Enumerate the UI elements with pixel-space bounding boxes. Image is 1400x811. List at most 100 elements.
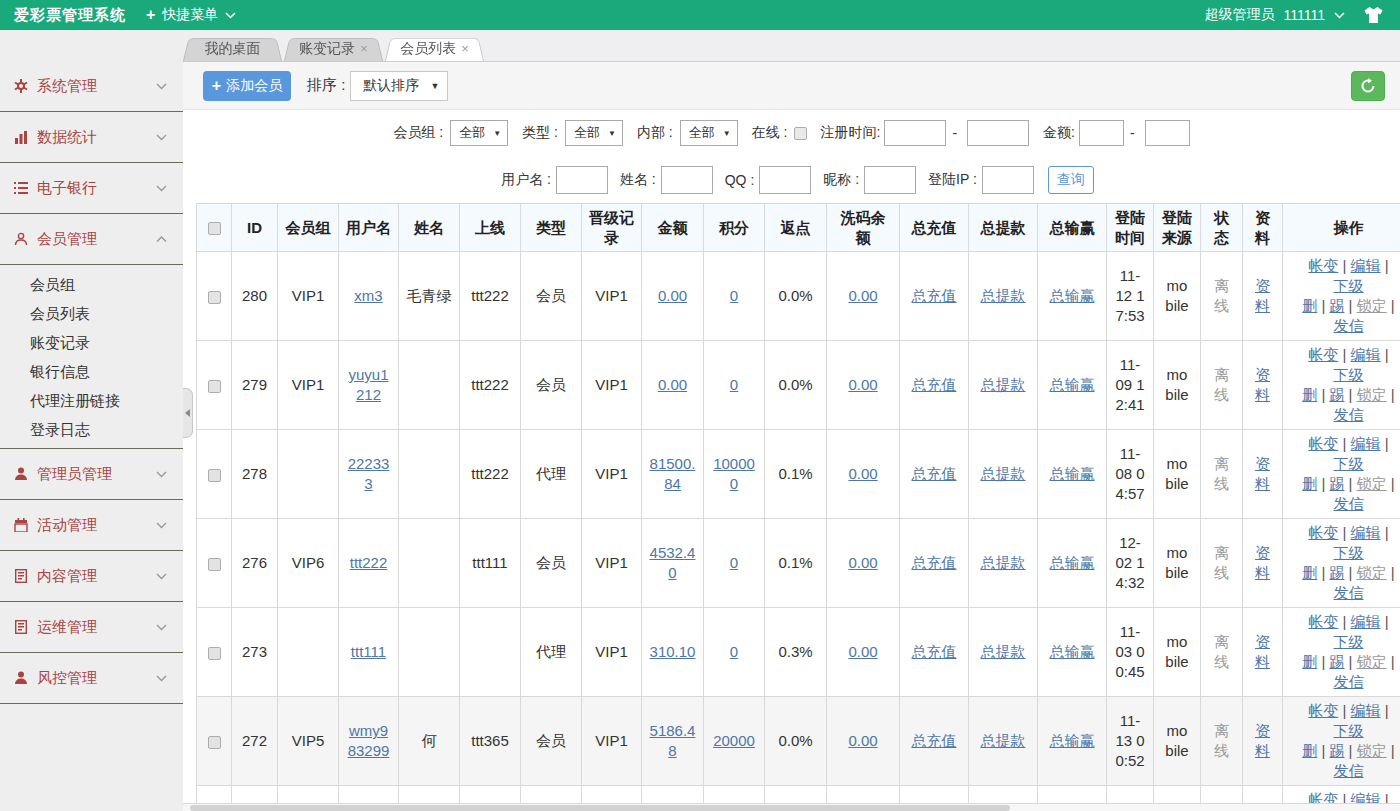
refresh-button[interactable] — [1351, 71, 1385, 101]
winloss-link[interactable]: 总输赢 — [1050, 376, 1095, 393]
op-link[interactable]: 踢 — [1329, 475, 1344, 492]
op-link[interactable]: 踢 — [1329, 653, 1344, 670]
recharge-link[interactable]: 总充值 — [912, 554, 957, 571]
amount-link[interactable]: 0.00 — [658, 287, 687, 304]
op-link[interactable]: 下级 — [1334, 455, 1364, 472]
row-checkbox[interactable] — [208, 558, 221, 571]
amount-link[interactable]: 4532.40 — [650, 544, 696, 581]
online-checkbox[interactable] — [794, 127, 807, 140]
points-link[interactable]: 100000 — [713, 455, 755, 492]
op-link[interactable]: 删 — [1302, 653, 1317, 670]
recharge-link[interactable]: 总充值 — [912, 287, 957, 304]
username-link[interactable]: 222333 — [348, 455, 390, 492]
profile-link[interactable]: 资料 — [1255, 366, 1270, 403]
op-link[interactable]: 踢 — [1329, 297, 1344, 314]
quick-menu-button[interactable]: + 快捷菜单 — [146, 6, 236, 24]
row-checkbox[interactable] — [208, 380, 221, 393]
username-link[interactable]: wmy983299 — [348, 722, 390, 759]
points-link[interactable]: 0 — [730, 554, 738, 571]
row-checkbox[interactable] — [208, 647, 221, 660]
op-link[interactable]: 删 — [1302, 386, 1317, 403]
withdraw-link[interactable]: 总提款 — [981, 465, 1026, 482]
op-link[interactable]: 删 — [1302, 564, 1317, 581]
winloss-link[interactable]: 总输赢 — [1050, 287, 1095, 304]
profile-link[interactable]: 资料 — [1255, 277, 1270, 314]
op-link[interactable]: 删 — [1302, 742, 1317, 759]
op-link[interactable]: 删 — [1302, 475, 1317, 492]
points-link[interactable]: 0 — [730, 376, 738, 393]
winloss-link[interactable]: 总输赢 — [1050, 732, 1095, 749]
qq-input[interactable] — [759, 166, 811, 194]
winloss-link[interactable]: 总输赢 — [1050, 643, 1095, 660]
amount-link[interactable]: 0.00 — [658, 376, 687, 393]
op-link[interactable]: 帐变 — [1308, 613, 1338, 630]
sidebar-item-5[interactable]: 管理员管理 — [0, 449, 183, 500]
op-link[interactable]: 帐变 — [1308, 524, 1338, 541]
filter-group-select[interactable]: 全部▼ — [450, 120, 508, 146]
withdraw-link[interactable]: 总提款 — [981, 287, 1026, 304]
profile-link[interactable]: 资料 — [1255, 455, 1270, 492]
amount-link[interactable]: 5186.48 — [650, 722, 696, 759]
op-link[interactable]: 删 — [1302, 297, 1317, 314]
op-link[interactable]: 发信 — [1334, 495, 1364, 512]
wash-link[interactable]: 0.00 — [848, 465, 877, 482]
sidebar-subitem[interactable]: 会员组 — [0, 270, 183, 299]
shirt-icon[interactable] — [1363, 6, 1384, 24]
amount-from-input[interactable] — [1079, 120, 1124, 146]
query-button[interactable]: 查询 — [1048, 166, 1094, 194]
op-link[interactable]: 下级 — [1334, 277, 1364, 294]
sidebar-item-7[interactable]: 内容管理 — [0, 551, 183, 602]
op-link[interactable]: 下级 — [1334, 366, 1364, 383]
sort-select[interactable]: 默认排序 ▼ — [350, 71, 448, 101]
amount-link[interactable]: 81500.84 — [650, 455, 696, 492]
profile-link[interactable]: 资料 — [1255, 633, 1270, 670]
profile-link[interactable]: 资料 — [1255, 544, 1270, 581]
withdraw-link[interactable]: 总提款 — [981, 643, 1026, 660]
op-link[interactable]: 下级 — [1334, 633, 1364, 650]
sidebar-subitem[interactable]: 登录日志 — [0, 415, 183, 444]
op-link[interactable]: 编辑 — [1351, 791, 1381, 803]
sidebar-item-2[interactable]: 数据统计 — [0, 112, 183, 163]
wash-link[interactable]: 0.00 — [848, 732, 877, 749]
op-link[interactable]: 编辑 — [1351, 613, 1381, 630]
tab-2[interactable]: 账变记录× — [284, 35, 383, 61]
op-link[interactable]: 帐变 — [1308, 346, 1338, 363]
winloss-link[interactable]: 总输赢 — [1050, 554, 1095, 571]
op-link[interactable]: 编辑 — [1351, 702, 1381, 719]
op-link[interactable]: 踢 — [1329, 564, 1344, 581]
sidebar-subitem[interactable]: 账变记录 — [0, 328, 183, 357]
chevron-down-icon[interactable] — [1334, 12, 1345, 19]
amount-to-input[interactable] — [1145, 120, 1190, 146]
op-link[interactable]: 发信 — [1334, 317, 1364, 334]
sidebar-item-9[interactable]: 风控管理 — [0, 653, 183, 704]
recharge-link[interactable]: 总充值 — [912, 465, 957, 482]
nick-input[interactable] — [864, 166, 916, 194]
tab-1[interactable]: 我的桌面 — [183, 35, 282, 61]
sidebar-collapse-handle[interactable] — [183, 388, 193, 438]
wash-link[interactable]: 0.00 — [848, 554, 877, 571]
op-link[interactable]: 帐变 — [1308, 257, 1338, 274]
withdraw-link[interactable]: 总提款 — [981, 554, 1026, 571]
regtime-from-input[interactable] — [884, 120, 946, 146]
regtime-to-input[interactable] — [967, 120, 1029, 146]
recharge-link[interactable]: 总充值 — [912, 643, 957, 660]
sidebar-item-6[interactable]: 活动管理 — [0, 500, 183, 551]
op-link[interactable]: 编辑 — [1351, 524, 1381, 541]
username-link[interactable]: ttt111 — [351, 643, 386, 660]
op-link[interactable]: 踢 — [1329, 742, 1344, 759]
withdraw-link[interactable]: 总提款 — [981, 732, 1026, 749]
recharge-link[interactable]: 总充值 — [912, 376, 957, 393]
ip-input[interactable] — [982, 166, 1034, 194]
wash-link[interactable]: 0.00 — [848, 287, 877, 304]
username-link[interactable]: yuyu1212 — [348, 366, 388, 403]
name-input[interactable] — [661, 166, 713, 194]
recharge-link[interactable]: 总充值 — [912, 732, 957, 749]
wash-link[interactable]: 0.00 — [848, 376, 877, 393]
username-link[interactable]: ttt222 — [350, 554, 388, 571]
op-link[interactable]: 编辑 — [1351, 435, 1381, 452]
op-link[interactable]: 编辑 — [1351, 257, 1381, 274]
points-link[interactable]: 20000 — [713, 732, 755, 749]
add-member-button[interactable]: + 添加会员 — [203, 71, 291, 101]
withdraw-link[interactable]: 总提款 — [981, 376, 1026, 393]
op-link[interactable]: 下级 — [1334, 544, 1364, 561]
